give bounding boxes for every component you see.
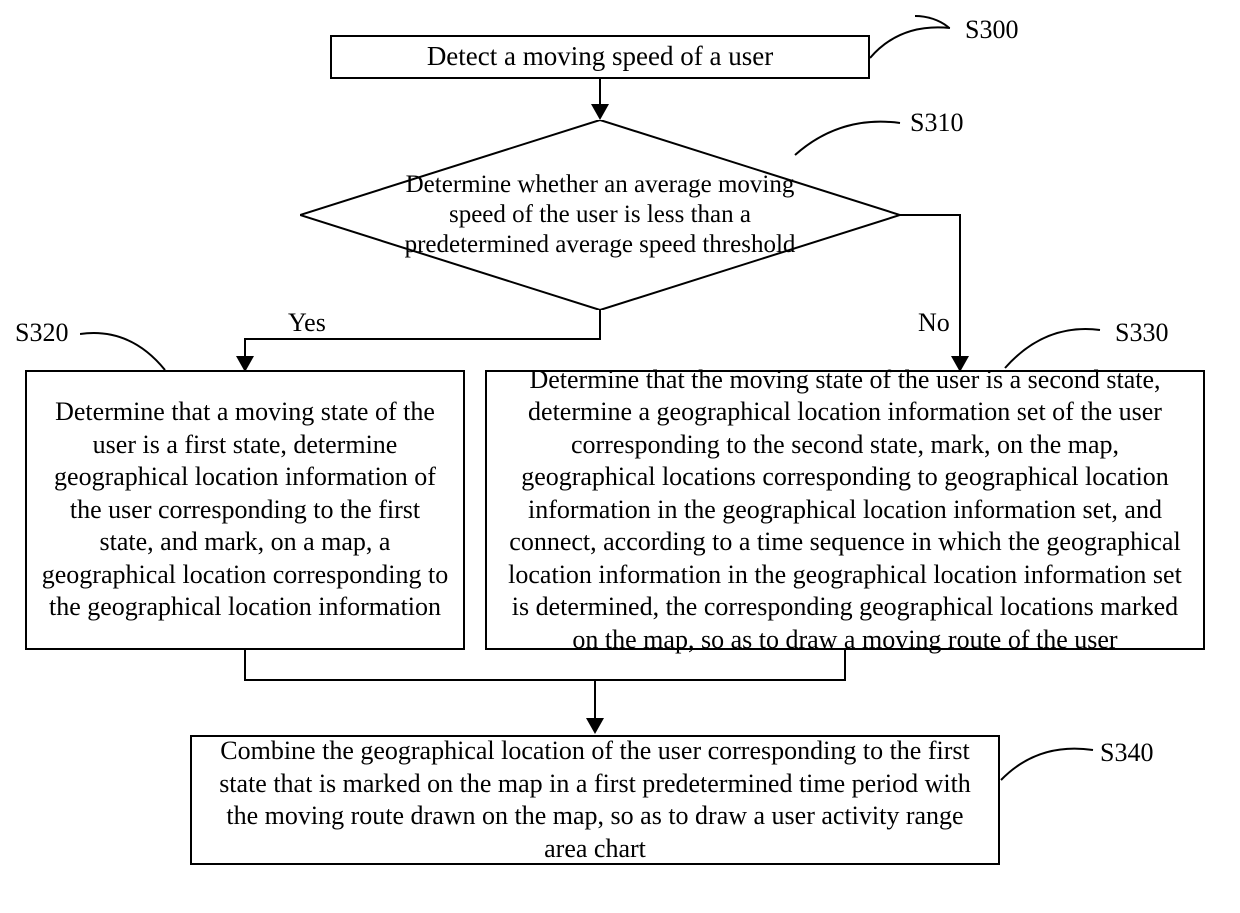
label-s310: S310 bbox=[910, 108, 963, 138]
step-s320: Determine that a moving state of the use… bbox=[25, 370, 465, 650]
step-s300-text: Detect a moving speed of a user bbox=[427, 40, 773, 74]
step-s340-text: Combine the geographical location of the… bbox=[206, 735, 984, 865]
label-s320: S320 bbox=[15, 318, 68, 348]
label-s340: S340 bbox=[1100, 738, 1153, 768]
edge-no-label: No bbox=[918, 308, 950, 338]
leader-s310 bbox=[790, 115, 910, 165]
step-s330-text: Determine that the moving state of the u… bbox=[503, 364, 1187, 657]
step-s340: Combine the geographical location of the… bbox=[190, 735, 1000, 865]
step-s300: Detect a moving speed of a user bbox=[330, 35, 870, 79]
leader-s340 bbox=[998, 740, 1098, 795]
step-s330: Determine that the moving state of the u… bbox=[485, 370, 1205, 650]
label-s330: S330 bbox=[1115, 318, 1168, 348]
step-s320-text: Determine that a moving state of the use… bbox=[41, 396, 449, 624]
flowchart-canvas: Detect a moving speed of a user S300 Det… bbox=[0, 0, 1240, 913]
leader-s330 bbox=[1000, 320, 1110, 375]
leader-s320 bbox=[80, 322, 170, 377]
decision-s310-text: Determine whether an average moving spee… bbox=[385, 170, 815, 260]
label-s300: S300 bbox=[965, 15, 1018, 45]
leader-s300 bbox=[865, 18, 965, 78]
edge-yes-label: Yes bbox=[288, 308, 326, 338]
